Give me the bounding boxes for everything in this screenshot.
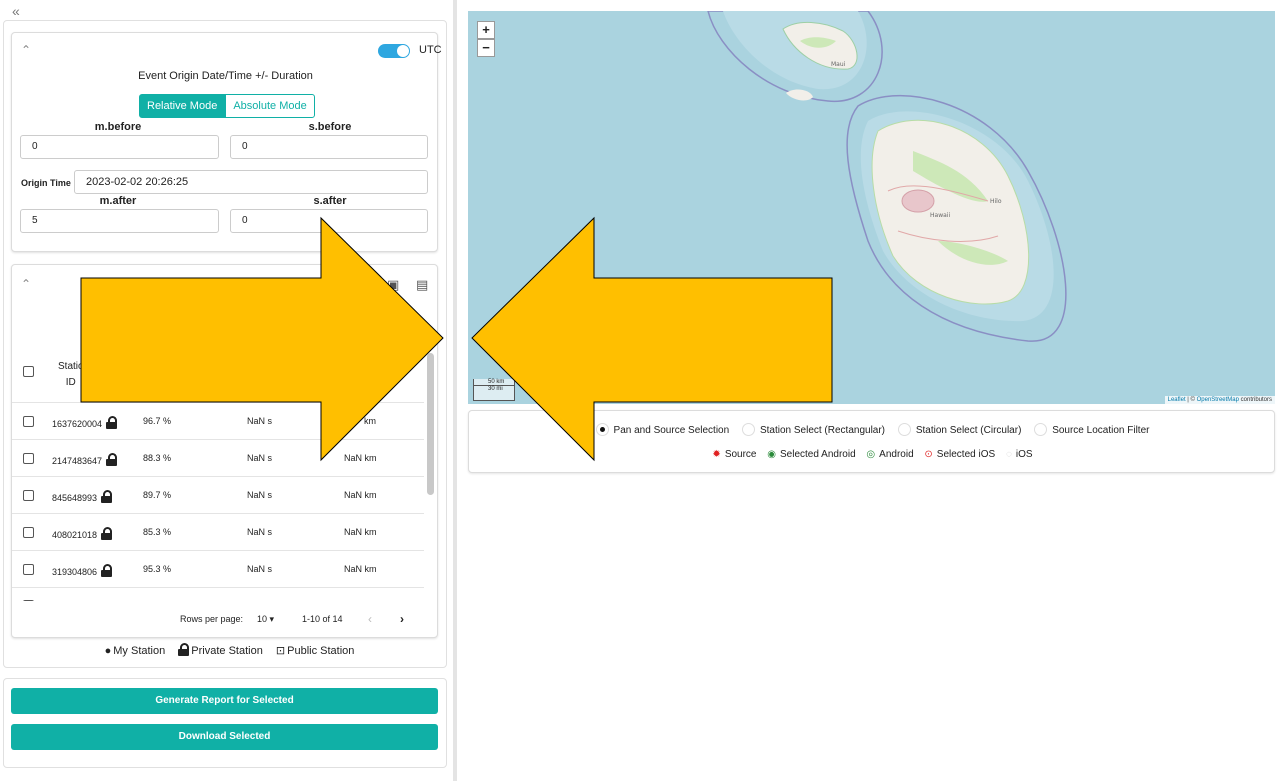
- rows-per-page-select[interactable]: 10 ▾: [257, 614, 274, 625]
- row-checkbox[interactable]: [23, 600, 34, 601]
- radio-label: Station Select (Circular): [915, 425, 1022, 436]
- right-arrow-overlay: [80, 216, 444, 462]
- private-station-label: Private Station: [191, 645, 263, 657]
- maui-label: Maui: [831, 61, 846, 68]
- lock-open-icon: ⊡: [275, 645, 286, 657]
- osm-link[interactable]: OpenStreetMap: [1197, 397, 1239, 403]
- utc-toggle[interactable]: [378, 44, 410, 58]
- my-station-label: My Station: [113, 645, 166, 657]
- next-page-icon[interactable]: ›: [400, 612, 404, 626]
- percent-cell: 85.3 %: [143, 527, 172, 537]
- s-before-field[interactable]: 0: [230, 135, 428, 159]
- legend-android: Android: [879, 449, 914, 460]
- station-id-cell: 408021018: [52, 527, 113, 540]
- utc-label: UTC: [419, 44, 442, 56]
- table-row-partial[interactable]: [12, 587, 424, 601]
- row-checkbox[interactable]: [23, 416, 34, 427]
- row-checkbox[interactable]: [23, 490, 34, 501]
- zoom-in-button[interactable]: +: [477, 21, 495, 39]
- rows-per-page-value: 10: [257, 614, 268, 624]
- generate-report-button[interactable]: Generate Report for Selected: [11, 688, 438, 714]
- hawaii-label: Hawaii: [930, 212, 950, 219]
- time-card-title: Event Origin Date/Time +/- Duration: [138, 70, 313, 82]
- row-checkbox[interactable]: [23, 564, 34, 575]
- hilo-label: Hilo: [990, 198, 1002, 205]
- panel-divider[interactable]: [453, 0, 457, 781]
- time-cell: NaN s: [247, 527, 273, 537]
- left-arrow-overlay: [471, 216, 833, 462]
- station-id-cell: 319304806: [52, 564, 113, 577]
- table-row[interactable]: 408021018 85.3 % NaN s NaN km: [12, 513, 424, 550]
- time-cell: NaN s: [247, 564, 273, 574]
- row-checkbox[interactable]: [23, 453, 34, 464]
- double-chevron-left-icon[interactable]: «: [12, 3, 20, 19]
- station-id: 845648993: [52, 493, 98, 503]
- lock-icon: [101, 490, 113, 503]
- station-id: 408021018: [52, 530, 98, 540]
- lock-icon: [101, 564, 113, 577]
- lock-closed-icon: [178, 643, 190, 657]
- radio-dot: [897, 423, 911, 436]
- select-all-checkbox[interactable]: [23, 366, 34, 377]
- row-checkbox[interactable]: [23, 527, 34, 538]
- attribution-sep: | ©: [1185, 397, 1197, 403]
- selected-ios-icon: ⊙: [924, 449, 933, 460]
- time-cell: NaN s: [247, 490, 273, 500]
- prev-page-icon[interactable]: ‹: [368, 612, 372, 626]
- radio-source-filter[interactable]: Source Location Filter: [1034, 423, 1149, 436]
- table-row[interactable]: 319304806 95.3 % NaN s NaN km: [12, 550, 424, 587]
- android-icon: ◎: [866, 449, 876, 460]
- collapse-up-icon[interactable]: ⌃: [21, 277, 31, 291]
- map-attribution: Leaflet | © OpenStreetMap contributors: [1164, 396, 1275, 404]
- page-range-text: 1-10 of 14: [302, 614, 343, 624]
- distance-cell: NaN km: [344, 527, 377, 537]
- distance-cell: NaN km: [344, 564, 377, 574]
- m-after-label: m.after: [99, 195, 137, 207]
- collapse-up-icon[interactable]: ⌃: [21, 43, 31, 57]
- person-icon: ●: [104, 645, 112, 657]
- public-station-label: Public Station: [287, 645, 355, 657]
- percent-cell: 89.7 %: [143, 490, 172, 500]
- radio-station-circular[interactable]: Station Select (Circular): [897, 423, 1022, 436]
- attribution-tail: contributors: [1238, 397, 1272, 403]
- s-before-label: s.before: [308, 121, 352, 133]
- zoom-out-button[interactable]: −: [477, 39, 495, 57]
- station-id: 319304806: [52, 567, 98, 577]
- rows-per-page-label: Rows per page:: [180, 614, 244, 624]
- radio-dot: [1034, 423, 1048, 436]
- m-before-label: m.before: [94, 121, 142, 133]
- percent-cell: 95.3 %: [143, 564, 172, 574]
- leaflet-link[interactable]: Leaflet: [1168, 397, 1186, 403]
- table-row[interactable]: 845648993 89.7 % NaN s NaN km: [12, 476, 424, 513]
- origin-time-field[interactable]: 2023-02-02 20:26:25: [74, 170, 428, 194]
- relative-mode-button[interactable]: Relative Mode: [139, 94, 226, 118]
- station-id-cell: 845648993: [52, 490, 113, 503]
- station-type-legend: ● My Station Private Station ⊡ Public Stat…: [0, 643, 449, 657]
- legend-selected-ios: Selected iOS: [936, 449, 996, 460]
- absolute-mode-button[interactable]: Absolute Mode: [225, 94, 315, 118]
- mode-toggle-group: Relative Mode Absolute Mode: [139, 94, 315, 118]
- radio-label: Source Location Filter: [1052, 425, 1150, 436]
- m-before-field[interactable]: 0: [20, 135, 219, 159]
- legend-ios: iOS: [1015, 449, 1033, 460]
- download-selected-button[interactable]: Download Selected: [11, 724, 438, 750]
- origin-time-label: Origin Time: [21, 178, 71, 188]
- lock-icon: [101, 527, 113, 540]
- ios-icon: ◌: [1005, 449, 1012, 460]
- distance-cell: NaN km: [344, 490, 377, 500]
- chevron-down-icon: ▾: [269, 614, 275, 624]
- toggle-knob: [397, 45, 409, 57]
- s-after-label: s.after: [313, 195, 347, 207]
